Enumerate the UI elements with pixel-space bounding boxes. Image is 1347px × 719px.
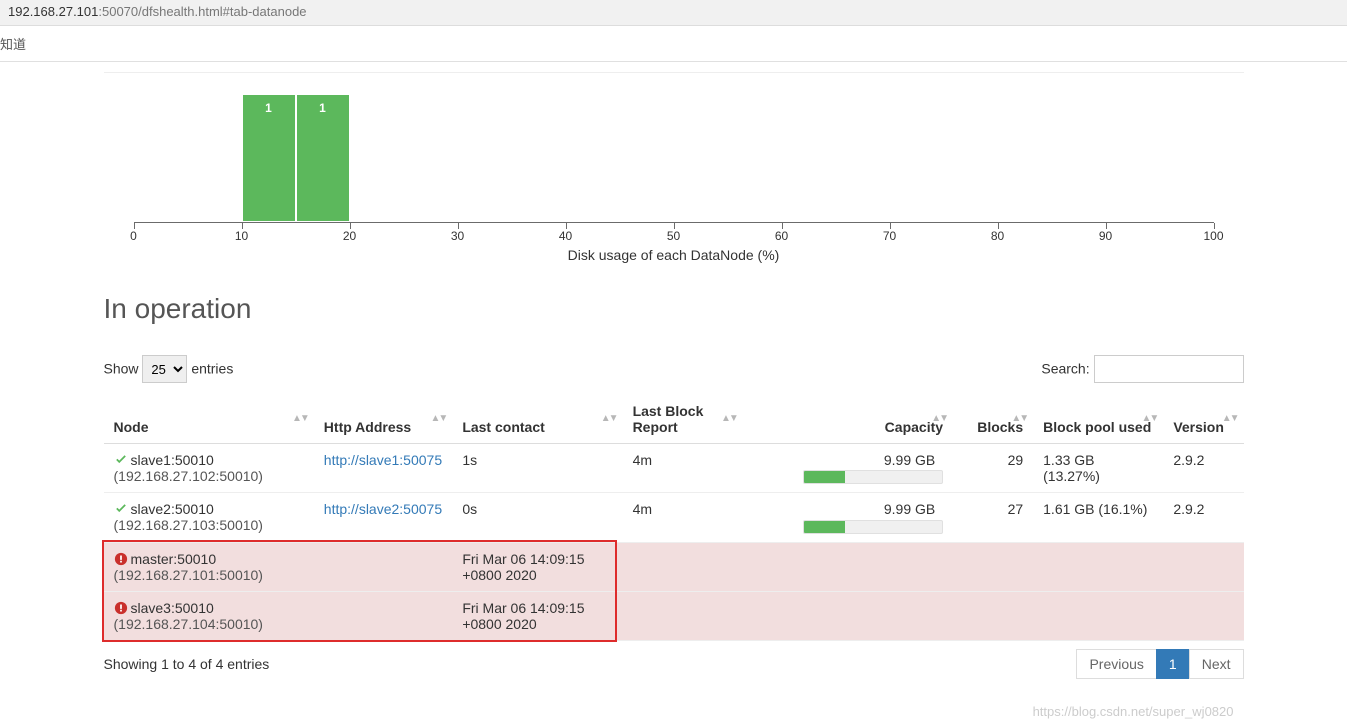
error-icon	[114, 551, 128, 567]
cell-last-contact: Fri Mar 06 14:09:15 +0800 2020	[452, 542, 622, 591]
pager: Previous 1 Next	[1076, 649, 1243, 679]
cell-node: slave3:50010(192.168.27.104:50010)	[104, 591, 314, 640]
sort-icon: ▲▼	[1142, 415, 1158, 423]
divider	[104, 72, 1244, 73]
cell-bp-used: 1.61 GB (16.1%)	[1033, 493, 1163, 542]
col-capacity[interactable]: Capacity▲▼	[743, 395, 953, 444]
x-tick-label: 50	[667, 229, 680, 243]
x-tick-label: 40	[559, 229, 572, 243]
check-icon	[114, 501, 128, 517]
x-tick-label: 70	[883, 229, 896, 243]
cell-capacity	[743, 542, 953, 591]
section-title: In operation	[104, 293, 1244, 325]
search-input[interactable]	[1094, 355, 1244, 383]
search-control: Search:	[1041, 355, 1243, 383]
cell-last-contact: Fri Mar 06 14:09:15 +0800 2020	[452, 591, 622, 640]
x-tick-label: 20	[343, 229, 356, 243]
cell-node: slave2:50010(192.168.27.103:50010)	[104, 493, 314, 542]
capacity-bar	[803, 520, 943, 534]
entries-select[interactable]: 25	[142, 355, 187, 383]
x-tick-label: 60	[775, 229, 788, 243]
watermark: https://blog.csdn.net/super_wj0820	[1033, 704, 1234, 719]
cell-last-block: 4m	[623, 444, 743, 493]
histogram-bar: 1	[242, 94, 296, 222]
col-node[interactable]: Node▲▼	[104, 395, 314, 444]
sort-icon: ▲▼	[931, 415, 947, 423]
table-toolbar: Show 25 entries Search:	[104, 355, 1244, 383]
bookmark-fragment: 知道	[0, 26, 1347, 62]
sort-icon: ▲▼	[601, 415, 617, 423]
cell-last-block	[623, 542, 743, 591]
url-path: :50070/dfshealth.html#tab-datanode	[98, 4, 306, 19]
cell-version	[1163, 542, 1243, 591]
col-last-block[interactable]: Last Block Report▲▼	[623, 395, 743, 444]
x-tick-label: 100	[1203, 229, 1223, 243]
col-http[interactable]: Http Address▲▼	[314, 395, 453, 444]
cell-last-contact: 1s	[452, 444, 622, 493]
cell-blocks: 27	[953, 493, 1033, 542]
table-row: slave1:50010(192.168.27.102:50010) http:/…	[104, 444, 1244, 493]
table-row: slave3:50010(192.168.27.104:50010) Fri Ma…	[104, 591, 1244, 640]
col-blocks[interactable]: Blocks▲▼	[953, 395, 1033, 444]
x-tick-label: 0	[130, 229, 137, 243]
sort-icon: ▲▼	[1222, 415, 1238, 423]
x-tick-label: 10	[235, 229, 248, 243]
sort-icon: ▲▼	[292, 415, 308, 423]
bar-label: 1	[243, 101, 295, 115]
cell-node: master:50010(192.168.27.101:50010)	[104, 542, 314, 591]
cell-http	[314, 591, 453, 640]
show-label-pre: Show	[104, 361, 139, 377]
histogram-bar: 1	[296, 94, 350, 222]
entries-control: Show 25 entries	[104, 355, 234, 383]
cell-version	[1163, 591, 1243, 640]
chart-title: Disk usage of each DataNode (%)	[114, 247, 1234, 263]
cell-http	[314, 542, 453, 591]
browser-url-bar[interactable]: 192.168.27.101:50070/dfshealth.html#tab-…	[0, 0, 1347, 26]
cell-bp-used: 1.33 GB (13.27%)	[1033, 444, 1163, 493]
sort-icon: ▲▼	[721, 415, 737, 423]
cell-bp-used	[1033, 591, 1163, 640]
cell-http: http://slave1:50075	[314, 444, 453, 493]
table-row: master:50010(192.168.27.101:50010) Fri Ma…	[104, 542, 1244, 591]
cell-blocks: 29	[953, 444, 1033, 493]
sort-icon: ▲▼	[1011, 415, 1027, 423]
cell-bp-used	[1033, 542, 1163, 591]
cell-last-contact: 0s	[452, 493, 622, 542]
cell-blocks	[953, 542, 1033, 591]
previous-button[interactable]: Previous	[1076, 649, 1156, 679]
cell-node: slave1:50010(192.168.27.102:50010)	[104, 444, 314, 493]
cell-http: http://slave2:50075	[314, 493, 453, 542]
table-row: slave2:50010(192.168.27.103:50010) http:/…	[104, 493, 1244, 542]
x-tick-label: 30	[451, 229, 464, 243]
cell-version: 2.9.2	[1163, 493, 1243, 542]
datanode-table: Node▲▼ Http Address▲▼ Last contact▲▼ Las…	[104, 395, 1244, 641]
cell-capacity	[743, 591, 953, 640]
error-icon	[114, 600, 128, 616]
show-label-post: entries	[191, 361, 233, 377]
capacity-bar	[803, 470, 943, 484]
x-tick-label: 80	[991, 229, 1004, 243]
http-link[interactable]: http://slave2:50075	[324, 501, 442, 517]
cell-last-block: 4m	[623, 493, 743, 542]
col-last-contact[interactable]: Last contact▲▼	[452, 395, 622, 444]
sort-icon: ▲▼	[431, 415, 447, 423]
entries-info: Showing 1 to 4 of 4 entries	[104, 656, 270, 672]
cell-version: 2.9.2	[1163, 444, 1243, 493]
page-button[interactable]: 1	[1156, 649, 1190, 679]
col-bp-used[interactable]: Block pool used▲▼	[1033, 395, 1163, 444]
cell-capacity: 9.99 GB	[743, 493, 953, 542]
url-host: 192.168.27.101	[8, 4, 98, 19]
table-footer: Showing 1 to 4 of 4 entries Previous 1 N…	[104, 649, 1244, 679]
datanode-histogram: 11 0 10 20 30 40 50 60 70 80 90 100 Disk usage of …	[114, 93, 1234, 263]
search-label: Search:	[1041, 361, 1089, 377]
x-tick-label: 90	[1099, 229, 1112, 243]
cell-last-block	[623, 591, 743, 640]
bar-label: 1	[297, 101, 349, 115]
cell-blocks	[953, 591, 1033, 640]
cell-capacity: 9.99 GB	[743, 444, 953, 493]
http-link[interactable]: http://slave1:50075	[324, 452, 442, 468]
col-version[interactable]: Version▲▼	[1163, 395, 1243, 444]
next-button[interactable]: Next	[1189, 649, 1244, 679]
check-icon	[114, 452, 128, 468]
